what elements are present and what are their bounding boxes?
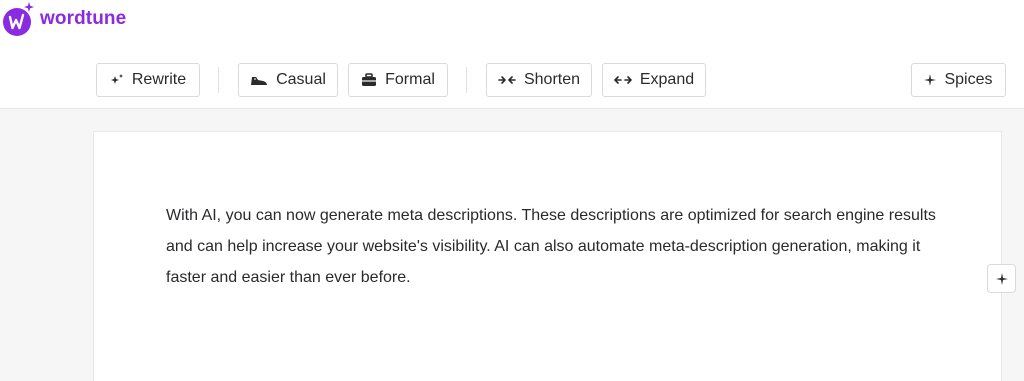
shorten-label: Shorten xyxy=(523,71,581,88)
floating-add-button[interactable] xyxy=(987,264,1016,293)
spices-label: Spices xyxy=(944,71,993,88)
sneaker-icon xyxy=(251,77,268,85)
plus-icon xyxy=(995,272,1008,285)
brand-name: wordtune xyxy=(40,8,127,29)
arrows-inward-icon xyxy=(498,76,516,84)
rewrite-button[interactable]: Rewrite xyxy=(96,63,200,97)
arrows-outward-icon xyxy=(614,76,632,84)
rewrite-label: Rewrite xyxy=(131,71,187,88)
plus-star-icon xyxy=(924,74,937,86)
brand[interactable]: wordtune xyxy=(2,1,126,37)
wordtune-logo-icon xyxy=(3,2,34,36)
toolbar-divider xyxy=(218,67,219,93)
editor-text[interactable]: With AI, you can now generate meta descr… xyxy=(166,200,936,293)
toolbar-divider xyxy=(466,67,467,93)
wordtune-app: wordtune Rewrite Casual Formal Shorten E… xyxy=(0,0,1024,381)
expand-label: Expand xyxy=(639,71,695,88)
formal-button[interactable]: Formal xyxy=(348,63,448,97)
casual-button[interactable]: Casual xyxy=(238,63,338,97)
top-toolbar: wordtune Rewrite Casual Formal Shorten E… xyxy=(0,0,1024,109)
expand-button[interactable]: Expand xyxy=(602,63,706,97)
sparkle-icon xyxy=(110,74,123,84)
briefcase-icon xyxy=(362,73,377,86)
spices-button[interactable]: Spices xyxy=(911,63,1006,97)
editor-document[interactable]: With AI, you can now generate meta descr… xyxy=(93,131,1002,381)
formal-label: Formal xyxy=(385,71,435,88)
shorten-button[interactable]: Shorten xyxy=(486,63,592,97)
casual-label: Casual xyxy=(276,71,326,88)
